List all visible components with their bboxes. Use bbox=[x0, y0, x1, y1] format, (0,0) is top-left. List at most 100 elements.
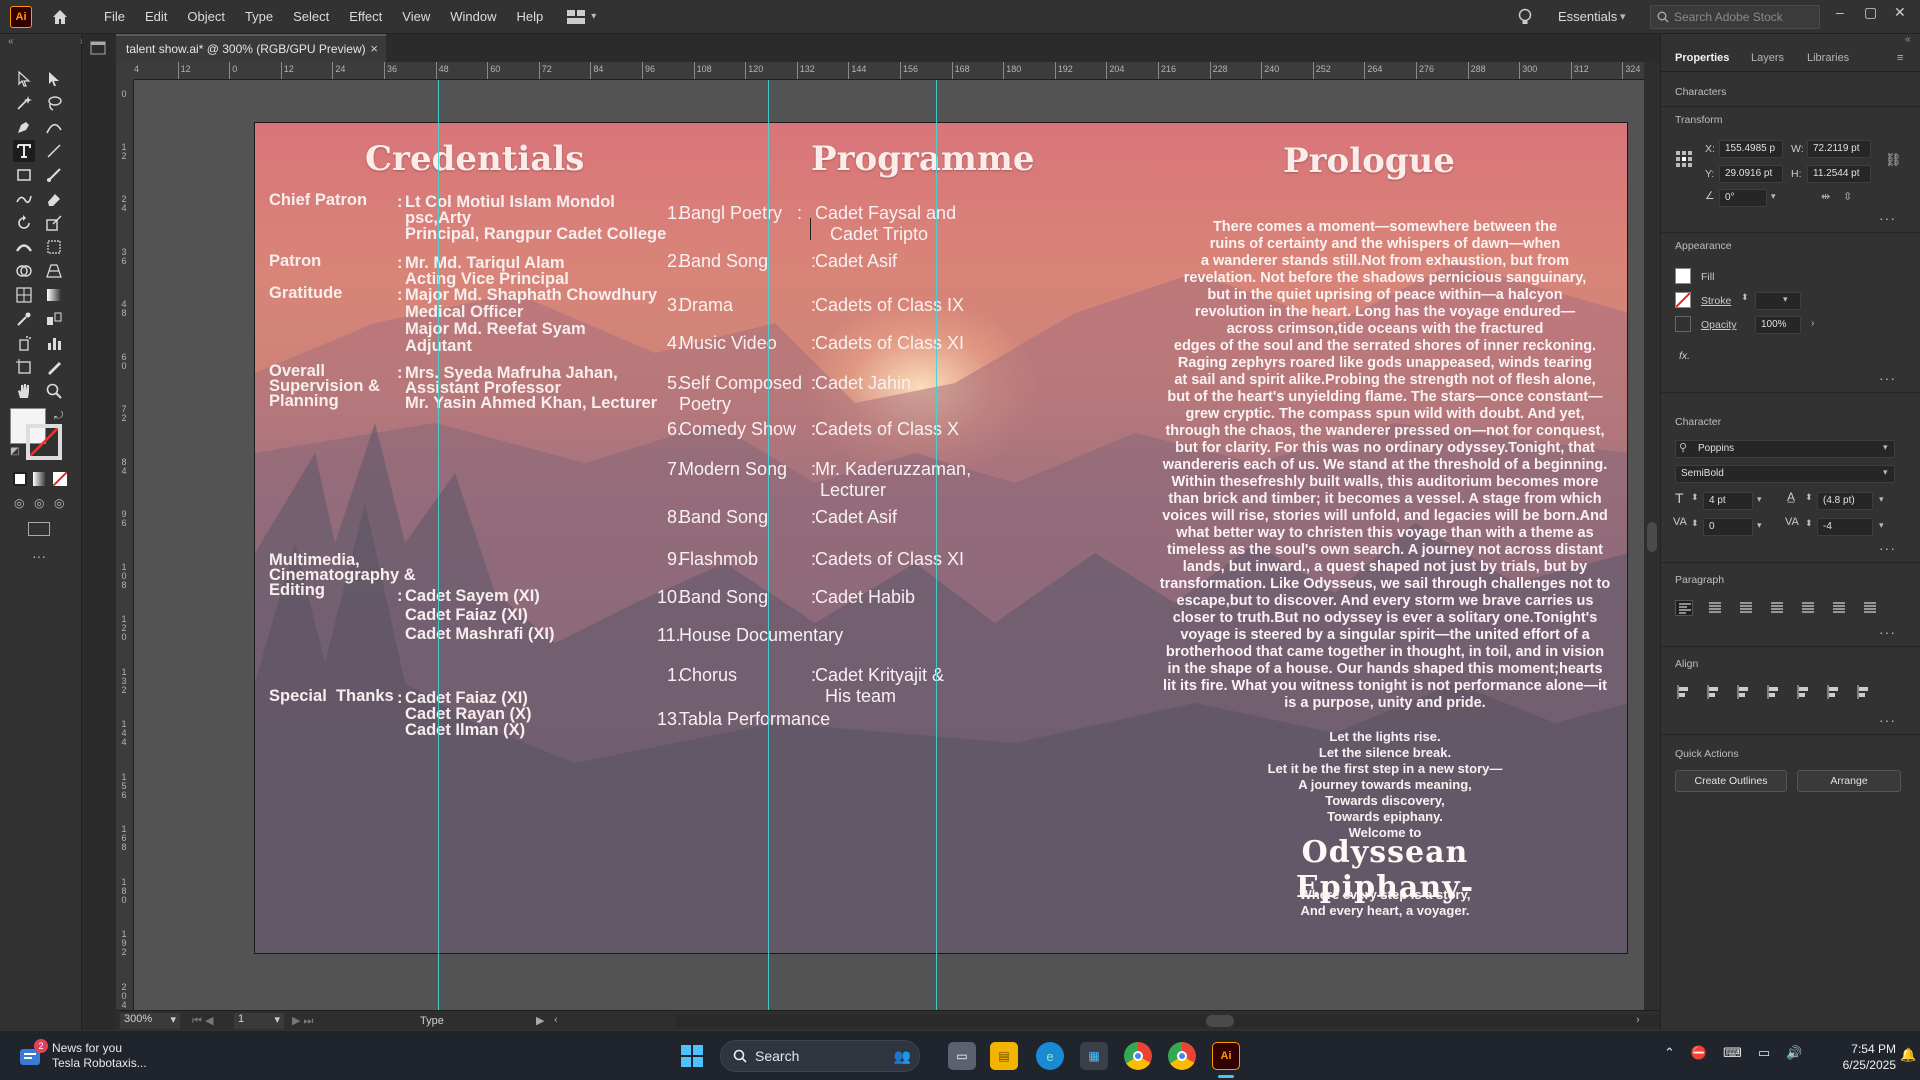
close-tab-icon[interactable]: × bbox=[370, 41, 378, 56]
chevron-down-icon[interactable]: ▾ bbox=[1757, 494, 1762, 505]
programme-performer[interactable]: Cadet Jahin bbox=[815, 373, 911, 394]
menu-help[interactable]: Help bbox=[516, 9, 543, 24]
effects-icon[interactable]: fx. bbox=[1679, 350, 1690, 362]
minimize-button[interactable]: – bbox=[1836, 4, 1844, 20]
horizontal-ruler[interactable]: 2412012243648607284961081201321441561681… bbox=[134, 62, 1644, 80]
zoom-level-select[interactable]: 300% ▾ bbox=[120, 1013, 180, 1029]
horizontal-align-left-icon[interactable] bbox=[1705, 684, 1723, 700]
credential-role[interactable]: Gratitude bbox=[269, 285, 342, 302]
programme-title[interactable]: Band Song bbox=[679, 507, 768, 528]
justify-left-icon[interactable] bbox=[1768, 600, 1786, 616]
paintbrush-tool-icon[interactable] bbox=[43, 164, 65, 186]
chevron-down-icon[interactable]: ▾ bbox=[1879, 494, 1884, 505]
last-artboard-icon[interactable]: ▶ ⏭ bbox=[292, 1014, 313, 1028]
more-options-icon[interactable]: ··· bbox=[1879, 712, 1896, 728]
color-mode-icon[interactable] bbox=[13, 472, 27, 486]
poem-text[interactable]: Let the lights rise. Let the silence brea… bbox=[1185, 729, 1585, 841]
document-tab[interactable]: talent show.ai* @ 300% (RGB/GPU Preview)… bbox=[116, 34, 386, 62]
illustrator-taskbar-icon[interactable]: Ai bbox=[1212, 1042, 1240, 1070]
tracking-field[interactable]: -4 bbox=[1817, 518, 1873, 536]
align-left-icon[interactable] bbox=[1675, 600, 1693, 616]
draw-behind-icon[interactable]: ◎ bbox=[34, 496, 44, 510]
credentials-heading[interactable]: Credentials bbox=[365, 139, 584, 179]
line-segment-tool-icon[interactable] bbox=[43, 140, 65, 162]
horizontal-align-right-icon[interactable] bbox=[1765, 684, 1783, 700]
stroke-swatch[interactable] bbox=[26, 424, 62, 460]
font-family-select[interactable]: Poppins bbox=[1675, 440, 1895, 458]
programme-performer[interactable]: Cadet Habib bbox=[815, 587, 915, 608]
prologue-heading[interactable]: Prologue bbox=[1283, 141, 1455, 181]
programme-title[interactable]: House Documentary bbox=[679, 625, 843, 646]
collapse-icon[interactable]: « bbox=[8, 36, 14, 47]
display-icon[interactable]: ▭ bbox=[1758, 1045, 1770, 1061]
taskbar-search[interactable]: Search 👥 bbox=[720, 1040, 920, 1072]
zoom-tool-icon[interactable] bbox=[43, 380, 65, 402]
width-tool-icon[interactable] bbox=[13, 236, 35, 258]
chrome-profile-icon[interactable] bbox=[1168, 1042, 1196, 1070]
curvature-tool-icon[interactable] bbox=[43, 116, 65, 138]
menu-type[interactable]: Type bbox=[245, 9, 273, 24]
maximize-button[interactable]: ▢ bbox=[1864, 4, 1877, 21]
none-mode-icon[interactable] bbox=[52, 471, 68, 487]
menu-object[interactable]: Object bbox=[187, 9, 225, 24]
selection-tool-icon[interactable] bbox=[13, 68, 35, 90]
clock[interactable]: 7:54 PM 6/25/2025 bbox=[1836, 1041, 1896, 1073]
credential-name[interactable]: Cadet Mashrafi (XI) bbox=[405, 625, 554, 644]
draw-inside-icon[interactable]: ◎ bbox=[54, 496, 64, 510]
adobe-stock-search-input[interactable]: Search Adobe Stock bbox=[1650, 5, 1820, 29]
justify-all-icon[interactable] bbox=[1861, 600, 1879, 616]
menu-file[interactable]: File bbox=[104, 9, 125, 24]
align-right-icon[interactable] bbox=[1737, 600, 1755, 616]
keyboard-icon[interactable]: ⌨ bbox=[1723, 1045, 1742, 1061]
font-style-select[interactable]: SemiBold bbox=[1675, 465, 1895, 483]
flip-horizontal-icon[interactable]: ⇹ bbox=[1821, 190, 1830, 203]
programme-performer[interactable]: Cadet Asif bbox=[815, 507, 897, 528]
gradient-mode-icon[interactable] bbox=[33, 472, 47, 486]
credential-role[interactable]: Multimedia, Cinematography & Editing bbox=[269, 552, 416, 599]
vertical-ruler[interactable]: 0 12 24 36 48 60 72 84 96 108 120 132 144 156 168 180 19… bbox=[116, 80, 134, 1010]
stroke-color-swatch[interactable] bbox=[1675, 292, 1691, 308]
programme-title[interactable]: Music Video bbox=[679, 333, 777, 354]
artboard[interactable]: Credentials Chief Patron: Lt Col Motiul I… bbox=[254, 122, 1628, 954]
menu-view[interactable]: View bbox=[402, 9, 430, 24]
programme-performer[interactable]: Cadet Asif bbox=[815, 251, 897, 272]
credential-name[interactable]: Principal, Rangpur Cadet College bbox=[405, 225, 666, 244]
programme-performer[interactable]: Cadets of Class IX bbox=[815, 295, 964, 316]
volume-icon[interactable]: 🔊 bbox=[1786, 1045, 1802, 1061]
perspective-grid-icon[interactable] bbox=[43, 260, 65, 282]
slice-tool-icon[interactable] bbox=[43, 356, 65, 378]
more-options-icon[interactable]: ··· bbox=[1879, 210, 1896, 226]
scroll-left-icon[interactable]: ‹ bbox=[554, 1014, 558, 1026]
programme-performer[interactable]: Mr. Kaderuzzaman, Lecturer bbox=[815, 459, 971, 501]
programme-performer[interactable]: Cadets of Class XI bbox=[815, 333, 964, 354]
arrange-documents-button[interactable]: ▾ bbox=[567, 9, 596, 24]
vertical-align-center-icon[interactable] bbox=[1825, 684, 1843, 700]
tab-layers[interactable]: Layers bbox=[1751, 52, 1784, 64]
credential-name[interactable]: Mr. Yasin Ahmed Khan, Lecturer bbox=[405, 394, 657, 413]
programme-title[interactable]: Flashmob bbox=[679, 549, 758, 570]
home-icon[interactable] bbox=[50, 7, 70, 27]
horizontal-align-center-icon[interactable] bbox=[1735, 684, 1753, 700]
programme-heading[interactable]: Programme bbox=[811, 139, 1034, 179]
programme-title[interactable]: Modern Song bbox=[679, 459, 787, 480]
lasso-icon[interactable] bbox=[43, 92, 65, 114]
programme-title[interactable]: Drama bbox=[679, 295, 733, 316]
closing-text[interactable]: Where every step is a story, And every he… bbox=[1185, 887, 1585, 919]
programme-title[interactable]: Comedy Show bbox=[679, 419, 796, 440]
hand-tool-icon[interactable] bbox=[13, 380, 35, 402]
mesh-tool-icon[interactable] bbox=[13, 284, 35, 306]
rotation-angle-field[interactable]: 0° bbox=[1719, 189, 1767, 207]
windows-start-icon[interactable] bbox=[680, 1044, 704, 1068]
stepper-icon[interactable]: ⬍ bbox=[1691, 518, 1699, 529]
credential-role[interactable]: Chief Patron bbox=[269, 192, 367, 209]
stepper-icon[interactable]: ⬍ bbox=[1805, 492, 1813, 503]
close-window-button[interactable]: ✕ bbox=[1894, 4, 1906, 21]
programme-performer[interactable]: Cadet Faysal and Cadet Tripto bbox=[815, 203, 956, 245]
justify-right-icon[interactable] bbox=[1830, 600, 1848, 616]
reference-point-icon[interactable] bbox=[1675, 150, 1693, 168]
chevron-down-icon[interactable]: ▾ bbox=[1879, 520, 1884, 531]
programme-title[interactable]: Tabla Performance bbox=[679, 709, 830, 730]
prologue-text[interactable]: There comes a moment—somewhere between t… bbox=[1155, 219, 1615, 712]
y-position-field[interactable]: 29.0916 pt bbox=[1719, 165, 1783, 183]
canvas[interactable]: Credentials Chief Patron: Lt Col Motiul I… bbox=[134, 80, 1644, 1010]
